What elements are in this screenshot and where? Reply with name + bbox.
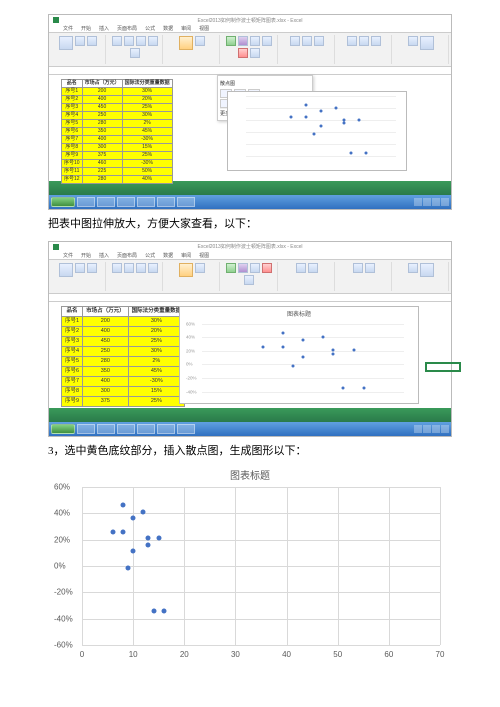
selected-cell [425,362,461,372]
chart-icon[interactable] [179,36,193,50]
window-titlebar: Excel2013如何制作波士顿矩阵图表.xlsx - Excel [49,242,451,252]
chart-title: 图表标题 [180,309,418,318]
ribbon [49,33,451,67]
standalone-scatter-chart: 图表标题 60%40%20%0%-20%-40%-60%010203040506… [48,467,452,661]
ribbon-tabs[interactable]: 文件开始插入 页面布局公式数据 审阅视图 [49,25,451,33]
omega-icon[interactable] [420,36,434,50]
caption-2: 3，选中黄色底纹部分，插入散点图，生成图形以下： [48,443,452,460]
ribbon-tabs[interactable]: 文件开始插入 页面布局公式数据 审阅视图 [49,252,451,260]
formula-bar[interactable] [49,67,451,75]
quick-access [53,17,59,23]
worksheet-area[interactable]: 品名市场占（万元）国际法分类重量数据 序号120030% 序号240020% 序… [49,302,451,408]
excel-screenshot-1: Excel2013如何制作波士顿矩阵图表.xlsx - Excel 文件开始插入… [48,14,452,210]
start-button[interactable] [51,424,75,434]
taskbar [49,195,451,209]
start-button[interactable] [51,197,75,207]
worksheet-area[interactable]: 品名市场占（万元）国际法分类重量数据 序号120030% 序号240020% 序… [49,75,451,181]
ribbon [49,260,451,294]
embedded-chart-2[interactable]: 图表标题 60%40%20%0%-20%-40% [179,306,419,404]
app-title: Excel2013如何制作波士顿矩阵图表.xlsx - Excel [197,243,302,250]
taskbar [49,422,451,436]
window-titlebar: Excel2013如何制作波士顿矩阵图表.xlsx - Excel [49,15,451,25]
status-bar [49,408,451,422]
caption-1: 把表中图拉伸放大，方便大家查看，以下： [48,216,452,233]
data-table: 品名市场占（万元）国际法分类重量数据 序号120030% 序号240020% 序… [61,306,185,407]
embedded-chart-1[interactable] [227,91,407,171]
formula-bar[interactable] [49,294,451,302]
excel-screenshot-2: Excel2013如何制作波士顿矩阵图表.xlsx - Excel 文件开始插入… [48,241,452,437]
app-title: Excel2013如何制作波士顿矩阵图表.xlsx - Excel [197,17,302,24]
data-table: 品名市场占（万元）国际法分类重量数据 序号120030% 序号240020% 序… [61,79,173,184]
chart-title: 图表标题 [48,467,452,482]
